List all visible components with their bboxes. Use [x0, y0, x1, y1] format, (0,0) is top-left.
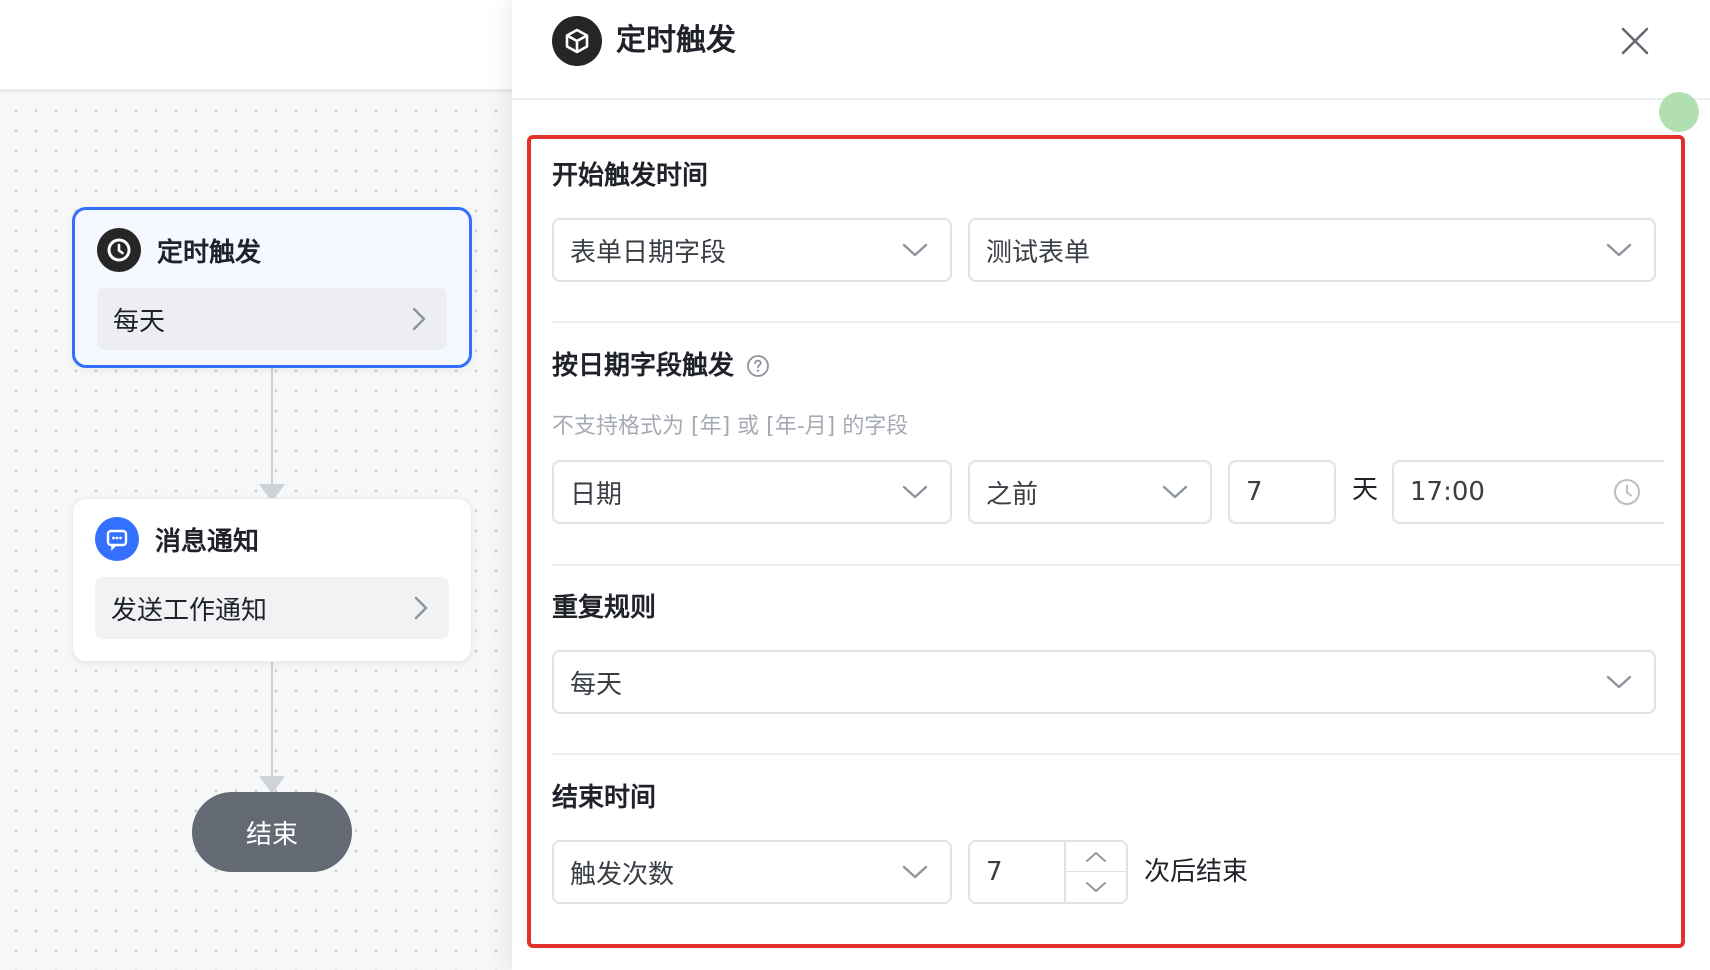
offset-days-input[interactable]: 7	[1228, 460, 1336, 524]
chevron-down-icon	[1606, 243, 1632, 257]
date-source-select[interactable]: 表单日期字段	[552, 218, 952, 282]
help-icon[interactable]	[746, 354, 770, 378]
end-count-suffix: 次后结束	[1144, 857, 1249, 887]
section-divider	[552, 753, 1680, 755]
chevron-right-icon	[414, 596, 428, 620]
time-picker[interactable]: 17:00	[1392, 460, 1664, 524]
chevron-down-icon	[902, 485, 928, 499]
canvas-toolbar	[0, 0, 512, 92]
node-detail-text: 每天	[113, 306, 166, 337]
section-title-text: 按日期字段触发	[552, 351, 735, 381]
chevron-down-icon	[1606, 675, 1632, 689]
select-value: 测试表单	[986, 237, 1091, 268]
trigger-settings-panel: 定时触发 开始触发时间 表单日期字段 测试表单 按日期字段触发 不支持格式为 […	[512, 0, 1710, 970]
stepper-value: 7	[986, 857, 1003, 887]
chevron-up-icon	[1086, 851, 1106, 862]
input-value: 17:00	[1410, 477, 1485, 507]
field-format-hint: 不支持格式为 [年] 或 [年-月] 的字段	[552, 414, 909, 439]
cube-icon	[552, 16, 602, 66]
node-title: 定时触发	[157, 237, 262, 268]
select-value: 每天	[570, 669, 623, 700]
clock-icon	[97, 228, 141, 272]
offset-unit-label: 天	[1352, 475, 1379, 505]
section-divider	[552, 321, 1680, 323]
node-detail-row[interactable]: 每天	[97, 288, 447, 350]
cursor-indicator	[1659, 92, 1699, 132]
section-title-start-time: 开始触发时间	[552, 161, 709, 191]
section-title-date-trigger: 按日期字段触发	[552, 348, 770, 384]
stepper-decrement-button[interactable]	[1066, 872, 1126, 902]
panel-title: 定时触发	[616, 23, 736, 58]
chevron-down-icon	[1162, 485, 1188, 499]
close-button[interactable]	[1618, 24, 1652, 58]
chevron-down-icon	[902, 865, 928, 879]
stepper-increment-button[interactable]	[1066, 842, 1126, 872]
panel-header: 定时触发	[512, 0, 1710, 100]
node-header: 消息通知	[95, 517, 259, 561]
chevron-down-icon	[1086, 882, 1106, 892]
select-value: 触发次数	[570, 859, 675, 890]
end-node[interactable]: 结束	[192, 792, 352, 872]
message-icon	[95, 517, 139, 561]
repeat-rule-select[interactable]: 每天	[552, 650, 1656, 714]
end-mode-select[interactable]: 触发次数	[552, 840, 952, 904]
section-divider	[552, 564, 1680, 566]
section-title-repeat: 重复规则	[552, 593, 657, 623]
node-detail-text: 发送工作通知	[111, 595, 268, 626]
select-value: 日期	[570, 479, 623, 510]
select-value: 之前	[986, 479, 1039, 510]
select-value: 表单日期字段	[570, 237, 727, 268]
connector-line	[271, 662, 273, 780]
stepper-buttons	[1064, 842, 1126, 902]
node-message-notify[interactable]: 消息通知 发送工作通知	[72, 498, 472, 662]
date-field-select[interactable]: 日期	[552, 460, 952, 524]
direction-select[interactable]: 之前	[968, 460, 1212, 524]
node-header: 定时触发	[97, 228, 261, 272]
form-select[interactable]: 测试表单	[968, 218, 1656, 282]
trigger-count-stepper[interactable]: 7	[968, 840, 1128, 904]
input-value: 7	[1246, 477, 1263, 507]
close-icon	[1621, 27, 1649, 55]
end-node-label: 结束	[245, 819, 298, 850]
chevron-down-icon	[902, 243, 928, 257]
connector-line	[271, 368, 273, 488]
chevron-right-icon	[412, 307, 426, 331]
clock-icon	[1614, 479, 1640, 505]
node-title: 消息通知	[155, 526, 260, 557]
section-title-end-time: 结束时间	[552, 783, 657, 813]
node-detail-row[interactable]: 发送工作通知	[95, 577, 449, 639]
node-timer-trigger[interactable]: 定时触发 每天	[72, 207, 472, 368]
